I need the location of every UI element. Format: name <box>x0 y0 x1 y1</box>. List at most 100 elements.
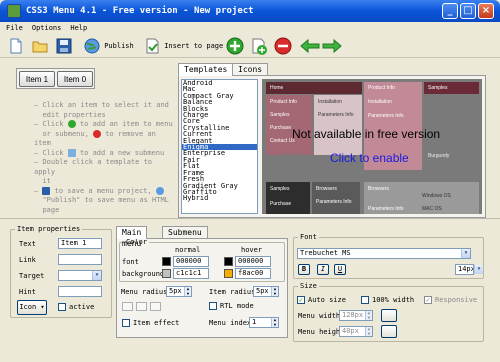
target-select[interactable]: ▼ <box>58 270 102 281</box>
menu-radius-label: Menu radius <box>121 288 168 296</box>
add-icon <box>226 37 244 55</box>
preview-label: Installation <box>318 99 342 105</box>
link-input[interactable] <box>58 254 102 265</box>
spinner-icon[interactable]: ▲ ▼ <box>271 287 278 296</box>
preview-label: Browsers <box>316 186 337 192</box>
menu-index-input[interactable]: 1 ▲ ▼ <box>249 317 279 328</box>
preview-label: Browsers <box>368 186 389 192</box>
icon-button[interactable]: Icon ▾ <box>17 300 47 315</box>
active-checkbox[interactable] <box>58 303 66 311</box>
spinner-icon[interactable]: ▲ ▼ <box>184 287 191 296</box>
rtl-mode-checkbox[interactable] <box>209 302 217 310</box>
auto-size-checkbox[interactable]: ✓ <box>297 296 305 304</box>
menu-height-button[interactable] <box>381 325 397 338</box>
new-project-button[interactable] <box>8 37 24 55</box>
font-family-select[interactable]: Trebuchet MS ▼ <box>297 248 471 259</box>
move-right-button[interactable] <box>322 37 342 55</box>
chevron-down-icon[interactable]: ▼ <box>474 265 483 274</box>
menu-width-input[interactable]: 128px ▲ ▼ <box>339 310 373 321</box>
remove-item-button[interactable] <box>274 37 292 55</box>
menu-options[interactable]: Options <box>32 24 62 32</box>
help-line: Click <box>42 148 64 157</box>
icon-button-label: Icon <box>19 303 37 311</box>
menu-height-input[interactable]: 40px ▲ ▼ <box>339 326 373 337</box>
menu-height-value: 40px <box>342 327 359 335</box>
template-list[interactable]: Android Mac Compact Gray Balance Blocks Charg… <box>181 79 258 214</box>
italic-button[interactable]: I <box>317 264 329 275</box>
menu-index-label: Menu index <box>209 319 252 327</box>
menu-radius-input[interactable]: 5px ▲ ▼ <box>166 286 192 297</box>
bold-button[interactable]: B <box>298 264 310 275</box>
responsive-checkbox[interactable]: ✓ <box>424 296 432 304</box>
open-project-button[interactable] <box>32 37 48 55</box>
link-label: Link <box>19 256 36 264</box>
remove-icon <box>93 129 102 138</box>
text-input[interactable]: Item 1 <box>58 238 102 249</box>
close-button[interactable]: × <box>478 3 494 19</box>
tab-main-menu[interactable]: Main menu <box>116 226 148 248</box>
menu-item-0[interactable]: Item 0 <box>57 71 93 87</box>
tab-templates[interactable]: Templates <box>178 63 234 76</box>
minimize-button[interactable]: _ <box>442 3 458 19</box>
align-center-icon[interactable] <box>136 302 147 311</box>
background-hover-input[interactable]: f8ac00 <box>235 268 271 279</box>
font-size-select[interactable]: 14px <box>455 264 474 275</box>
spinner-icon[interactable]: ▲ ▼ <box>271 318 278 327</box>
preview-label: Parameters Info <box>368 206 404 212</box>
tab-icons[interactable]: Icons <box>232 63 269 75</box>
background-hover-swatch[interactable] <box>224 269 233 278</box>
chevron-down-icon[interactable]: ▼ <box>92 271 101 280</box>
font-hover-swatch[interactable] <box>224 257 233 266</box>
add-submenu-button[interactable] <box>250 37 268 55</box>
item-effect-label: Item effect <box>133 319 180 327</box>
save-project-button[interactable] <box>56 37 72 55</box>
publish-button[interactable]: Publish <box>84 37 134 55</box>
menu-help[interactable]: Help <box>70 24 87 32</box>
maximize-button[interactable]: □ <box>460 3 476 19</box>
folder-icon <box>32 41 48 53</box>
item-effect-checkbox[interactable] <box>122 319 130 327</box>
font-size-value: 14px <box>458 265 474 273</box>
menu-width-button[interactable] <box>381 309 397 322</box>
preview-label: Samples <box>270 112 290 118</box>
menu-radius-value: 5px <box>169 287 182 295</box>
preview-label: MAC OS <box>422 206 442 212</box>
insert-label: Insert to page <box>164 42 224 50</box>
preview-label: Purchase <box>270 201 292 207</box>
align-left-icon[interactable] <box>122 302 133 311</box>
background-normal-input[interactable]: c1c1c1 <box>173 268 209 279</box>
chevron-down-icon[interactable]: ▼ <box>461 249 470 258</box>
spinner-icon[interactable]: ▲ ▼ <box>365 311 372 320</box>
menu-index-value: 1 <box>252 318 257 326</box>
align-right-icon[interactable] <box>150 302 161 311</box>
item-radius-input[interactable]: 5px ▲ ▼ <box>253 286 279 297</box>
rtl-mode-label: RTL mode <box>220 302 254 310</box>
new-document-icon <box>10 38 22 54</box>
template-preview[interactable]: Home Product Info Samples Purchase Conta… <box>262 79 482 214</box>
full-width-checkbox[interactable] <box>361 296 369 304</box>
click-to-enable-link[interactable]: Click to enable <box>330 151 409 165</box>
preview-label: Windows OS <box>422 193 451 199</box>
add-item-button[interactable] <box>226 37 244 55</box>
active-label: active <box>69 303 95 311</box>
template-list-item[interactable]: Hybrid <box>182 195 257 202</box>
preview-label: Purchase <box>270 125 292 131</box>
underline-button[interactable]: U <box>334 264 346 275</box>
menu-file[interactable]: File <box>6 24 23 32</box>
item-radius-value: 5px <box>256 287 269 295</box>
font-normal-input[interactable]: 000000 <box>173 256 209 267</box>
insert-to-page-button[interactable]: Insert to page <box>144 37 223 55</box>
help-line: to save a menu project, <box>54 186 152 195</box>
preview-label: Product Info <box>368 85 395 91</box>
add-icon <box>67 120 76 128</box>
move-left-button[interactable] <box>300 37 320 55</box>
splitter[interactable] <box>0 218 500 222</box>
font-hover-input[interactable]: 000000 <box>235 256 271 267</box>
background-normal-swatch[interactable] <box>162 269 171 278</box>
help-text: – Click an item to select it and edit pr… <box>34 101 173 214</box>
hint-input[interactable] <box>58 286 102 297</box>
menu-item-1[interactable]: Item 1 <box>19 71 55 87</box>
spinner-icon[interactable]: ▲ ▼ <box>365 327 372 336</box>
font-normal-swatch[interactable] <box>162 257 171 266</box>
tab-submenu[interactable]: Submenu <box>162 226 208 238</box>
